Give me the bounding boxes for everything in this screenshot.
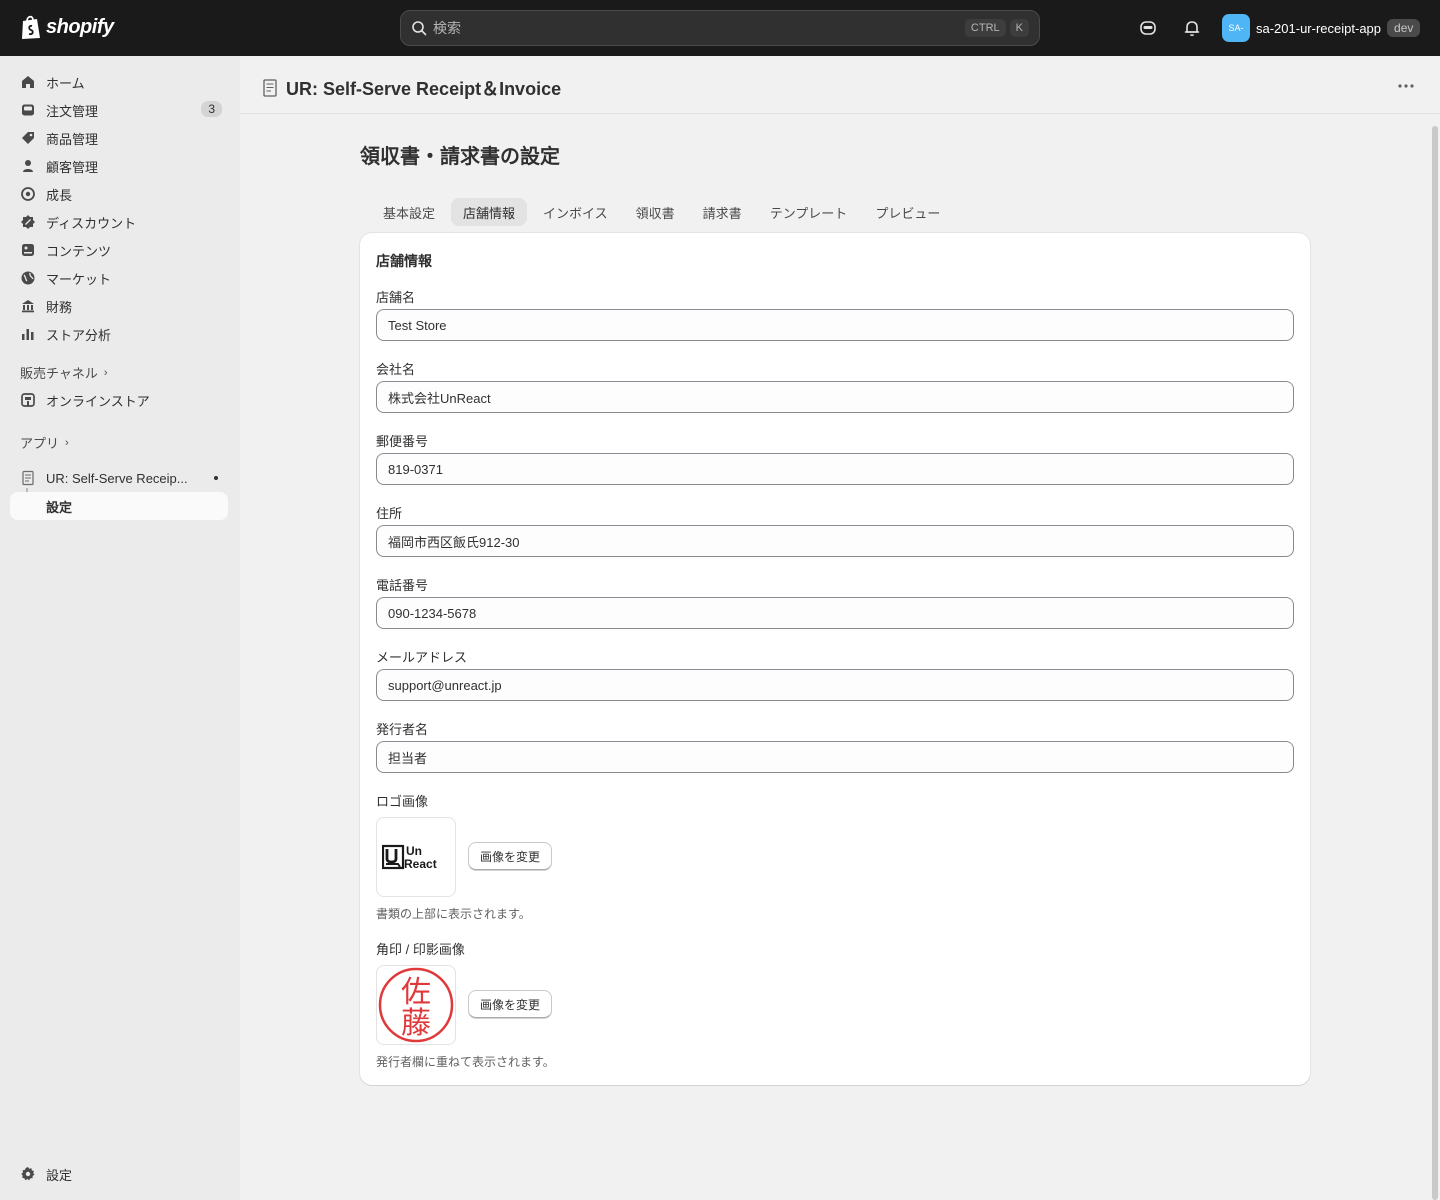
sidebar: ホーム 注文管理 3 商品管理 顧客管理 成長 ディスカウント コンテンツ マー…	[0, 56, 240, 1200]
store-info-card: 店舗情報 店舗名 会社名 郵便番号 住所 電話番号 メールアドレス 発行者名 ロ…	[360, 233, 1310, 1085]
sidebar-item-finance[interactable]: 財務	[10, 292, 228, 320]
logo-label: ロゴ画像	[376, 794, 429, 809]
inbox-icon	[22, 104, 34, 116]
tab-invoice[interactable]: 請求書	[691, 198, 754, 226]
seal-preview: 佐 藤	[376, 965, 456, 1045]
seal-stamp: 佐 藤	[378, 967, 454, 1043]
bank-icon	[22, 300, 34, 313]
card-title: 店舗情報	[376, 253, 432, 269]
sidekick-icon[interactable]	[1138, 18, 1158, 38]
page-title: 領収書・請求書の設定	[360, 146, 560, 168]
change-logo-button[interactable]: 画像を変更	[468, 842, 552, 870]
logo-text-un: Un	[406, 844, 422, 858]
address-input[interactable]	[376, 525, 1294, 557]
tag-icon	[22, 132, 34, 144]
settings-tabs: 基本設定 店舗情報 インボイス 領収書 請求書 テンプレート プレビュー	[371, 198, 952, 226]
app-header: UR: Self-Serve Receipt＆Invoice	[240, 56, 1440, 114]
chart-icon	[22, 329, 34, 340]
chevron-right-icon: ›	[103, 366, 108, 379]
logo-text-react: React	[404, 857, 437, 871]
postal-code-input[interactable]	[376, 453, 1294, 485]
top-bar: shopify 検索 CTRL K SA- sa-201-ur-receipt-…	[0, 0, 1440, 56]
dev-badge: dev	[1387, 19, 1421, 37]
tab-preview[interactable]: プレビュー	[863, 198, 952, 226]
bell-icon[interactable]	[1182, 18, 1202, 38]
tab-invoice-registration[interactable]: インボイス	[531, 198, 620, 226]
app-title: UR: Self-Serve Receipt＆Invoice	[262, 75, 561, 101]
phone-input[interactable]	[376, 597, 1294, 629]
orders-count-badge: 3	[201, 101, 222, 117]
postal-code-label: 郵便番号	[376, 434, 429, 449]
sidebar-item-analytics[interactable]: ストア分析	[10, 320, 228, 348]
pin-dot	[214, 476, 218, 480]
sidebar-item-customers[interactable]: 顧客管理	[10, 152, 228, 180]
shopify-wordmark: shopify	[46, 15, 114, 38]
tab-store-info[interactable]: 店舗情報	[451, 198, 528, 226]
sidebar-item-markets[interactable]: マーケット	[10, 264, 228, 292]
home-icon	[22, 76, 34, 88]
issuer-name-label: 発行者名	[376, 722, 429, 737]
sidebar-item-content[interactable]: コンテンツ	[10, 236, 228, 264]
store-icon	[21, 393, 35, 407]
globe-icon	[21, 271, 35, 285]
store-switcher[interactable]: SA- sa-201-ur-receipt-app dev	[1222, 14, 1421, 42]
seal-char-bottom: 藤	[401, 1006, 431, 1041]
email-label: メールアドレス	[376, 650, 468, 665]
company-name-input[interactable]	[376, 381, 1294, 413]
gear-icon	[21, 1167, 35, 1181]
sidebar-item-app-settings[interactable]: 設定	[10, 492, 228, 520]
receipt-icon	[22, 470, 34, 486]
search-bar[interactable]: 検索 CTRL K	[400, 10, 1040, 46]
discount-icon	[21, 215, 35, 229]
store-name: sa-201-ur-receipt-app	[1256, 20, 1382, 36]
seal-char-top: 佐	[401, 975, 431, 1010]
sidebar-item-discounts[interactable]: ディスカウント	[10, 208, 228, 236]
email-input[interactable]	[376, 669, 1294, 701]
sales-channels-section[interactable]: 販売チャネル ›	[20, 363, 108, 382]
unreact-logo: Un React	[382, 844, 437, 871]
sidebar-item-products[interactable]: 商品管理	[10, 124, 228, 152]
change-seal-button[interactable]: 画像を変更	[468, 990, 552, 1018]
more-options-icon[interactable]	[1396, 76, 1416, 96]
target-icon	[21, 187, 35, 201]
logo-preview: Un React	[376, 817, 456, 897]
apps-section[interactable]: アプリ ›	[20, 433, 69, 452]
person-icon	[23, 160, 33, 172]
chevron-right-icon: ›	[65, 436, 69, 449]
shortcut-ctrl: CTRL	[964, 19, 1006, 37]
sidebar-item-app[interactable]: UR: Self-Serve Receip...	[10, 464, 228, 492]
seal-help-text: 発行者欄に重ねて表示されます。	[376, 1055, 555, 1069]
store-name-label: 店舗名	[376, 290, 416, 305]
seal-label: 角印 / 印影画像	[376, 942, 465, 957]
search-placeholder: 検索	[433, 20, 461, 36]
sidebar-item-home[interactable]: ホーム	[10, 68, 228, 96]
search-icon	[412, 21, 427, 36]
logo-help-text: 書類の上部に表示されます。	[376, 907, 531, 921]
sidebar-item-online-store[interactable]: オンラインストア	[10, 386, 228, 414]
sidebar-item-settings[interactable]: 設定	[10, 1160, 228, 1188]
store-name-input[interactable]	[376, 309, 1294, 341]
page-scrollbar[interactable]	[1432, 126, 1438, 1200]
store-avatar: SA-	[1222, 14, 1250, 42]
shopify-bag-icon	[22, 15, 40, 39]
tab-template[interactable]: テンプレート	[758, 198, 860, 226]
shopify-logo[interactable]: shopify	[20, 14, 114, 40]
sidebar-item-orders[interactable]: 注文管理 3	[10, 96, 228, 124]
sidebar-item-growth[interactable]: 成長	[10, 180, 228, 208]
shortcut-k: K	[1009, 19, 1029, 37]
tab-basic[interactable]: 基本設定	[371, 198, 447, 226]
tab-receipt[interactable]: 領収書	[624, 198, 687, 226]
address-label: 住所	[376, 506, 403, 521]
content-icon	[22, 244, 34, 256]
company-name-label: 会社名	[376, 362, 416, 377]
phone-label: 電話番号	[376, 578, 429, 593]
receipt-icon	[263, 79, 277, 97]
issuer-name-input[interactable]	[376, 741, 1294, 773]
